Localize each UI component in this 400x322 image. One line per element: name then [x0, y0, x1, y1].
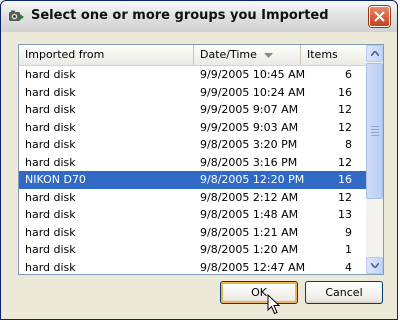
table-row[interactable]: hard disk 9/8/2005 3:20 PM 8: [19, 136, 366, 154]
mouse-pointer-icon: [267, 294, 281, 315]
cancel-button[interactable]: Cancel: [305, 281, 383, 304]
close-button[interactable]: [369, 6, 390, 27]
column-header-items[interactable]: Items: [301, 45, 366, 65]
scroll-up-button[interactable]: [366, 45, 383, 62]
ok-button[interactable]: OK: [220, 281, 298, 304]
table-row[interactable]: hard disk 9/8/2005 3:16 PM 12: [19, 154, 366, 172]
table-row[interactable]: hard disk 9/9/2005 9:07 AM 12: [19, 101, 366, 119]
import-app-icon: [8, 9, 25, 24]
dialog-title: Select one or more groups you Imported: [31, 8, 329, 23]
table-row[interactable]: hard disk 9/8/2005 1:20 AM 1: [19, 241, 366, 259]
table-row[interactable]: hard disk 9/9/2005 9:03 AM 12: [19, 119, 366, 137]
chevron-down-icon: [371, 263, 379, 268]
table-row[interactable]: hard disk 9/9/2005 10:45 AM 6: [19, 66, 366, 84]
dialog-content: Imported from Date/Time Items hard disk …: [1, 32, 397, 319]
table-row-selected[interactable]: NIKON D70 9/8/2005 12:20 PM 16: [19, 171, 366, 189]
table-row[interactable]: hard disk 9/9/2005 10:24 AM 16: [19, 84, 366, 102]
table-row[interactable]: hard disk 9/8/2005 1:48 AM 13: [19, 206, 366, 224]
groups-list[interactable]: Imported from Date/Time Items hard disk …: [18, 44, 384, 275]
table-row[interactable]: hard disk 9/8/2005 1:21 AM 9: [19, 224, 366, 242]
column-header-imported-from[interactable]: Imported from: [19, 45, 194, 65]
list-header: Imported from Date/Time Items: [19, 45, 366, 66]
import-dialog: Select one or more groups you Imported I…: [0, 0, 398, 320]
vertical-scrollbar[interactable]: [366, 45, 383, 274]
sort-descending-icon: [264, 53, 273, 58]
scroll-thumb[interactable]: [366, 63, 383, 199]
table-row[interactable]: hard disk 9/8/2005 12:47 AM 4: [19, 259, 366, 275]
scroll-down-button[interactable]: [366, 257, 383, 274]
list-rows: hard disk 9/9/2005 10:45 AM 6 hard disk …: [19, 66, 366, 275]
table-row[interactable]: hard disk 9/8/2005 2:12 AM 12: [19, 189, 366, 207]
chevron-up-icon: [371, 51, 379, 56]
title-bar: Select one or more groups you Imported: [1, 1, 397, 33]
column-header-date-time[interactable]: Date/Time: [194, 45, 301, 65]
close-icon: [374, 11, 385, 22]
